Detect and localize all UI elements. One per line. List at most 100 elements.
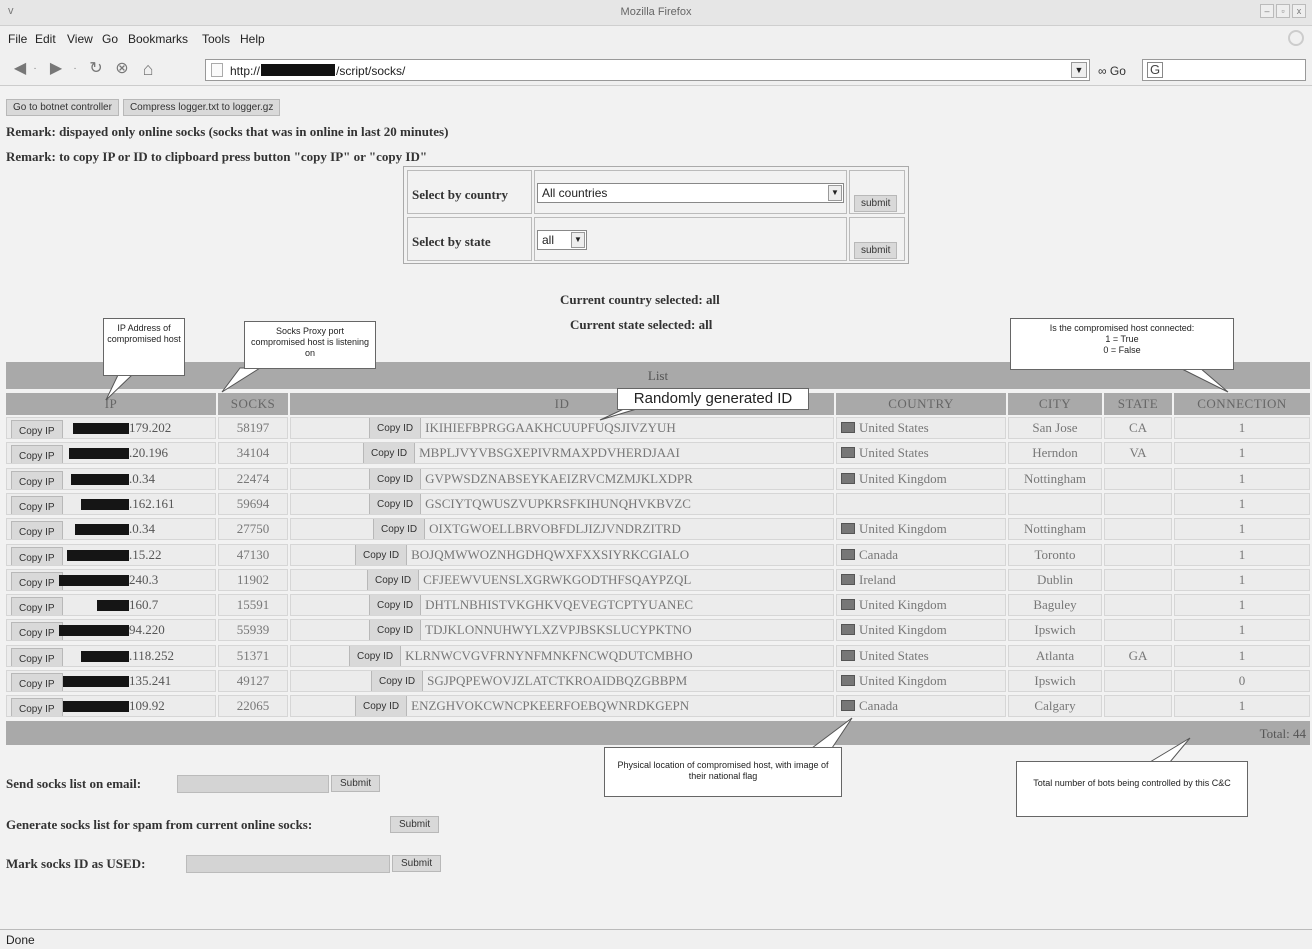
copy-ip-button[interactable]: Copy IP [11,495,63,514]
city-value: Dublin [1036,571,1074,587]
go-button[interactable]: ∞ Go [1098,64,1126,78]
copy-id-button[interactable]: Copy ID [349,645,402,666]
email-submit-button[interactable]: Submit [331,775,381,792]
menu-tools[interactable]: Tools [202,32,230,46]
table-row: Copy IP .0.34 22474 Copy ID GVPWSDZNABSEYKAE… [6,467,1310,490]
copy-ip-button[interactable]: Copy IP [11,698,63,717]
cell-id: Copy ID IKIHIEFBPRGGAAKHCUUPFUQSJIVZYUH [290,417,834,439]
country-select[interactable]: All countries ▼ [537,183,844,203]
chevron-down-icon[interactable]: ▼ [571,232,585,248]
menu-go[interactable]: Go [102,32,118,46]
state-submit-button[interactable]: submit [854,242,898,259]
copy-id-button[interactable]: Copy ID [373,519,426,540]
home-icon[interactable]: ⌂ [138,60,158,78]
cell-state [1104,670,1172,692]
cell-id: Copy ID GSCIYTQWUSZVUPKRSFKIHUNQHVKBVZC [290,492,834,515]
mark-used-submit-button[interactable]: Submit [392,855,442,872]
redacted-ip-prefix [73,423,129,434]
copy-ip-button[interactable]: Copy IP [11,597,63,616]
menu-help[interactable]: Help [240,32,265,46]
connection-value: 1 [1238,445,1246,461]
search-engine-icon[interactable]: G [1147,62,1163,78]
copy-ip-button[interactable]: Copy IP [11,673,63,691]
reload-icon[interactable]: ↻ [86,60,106,78]
copy-id-button[interactable]: Copy ID [369,493,422,514]
state-select[interactable]: all ▼ [537,230,587,250]
copy-id-button[interactable]: Copy ID [367,569,420,590]
forward-icon[interactable]: ▶ [46,60,66,78]
cell-connection: 1 [1174,644,1310,667]
callout-connection-line2: 1 = True [1105,334,1139,344]
cell-city: Ipswich [1008,670,1102,692]
copy-ip-button[interactable]: Copy IP [11,622,63,641]
back-dropdown-icon[interactable]: · [30,60,40,78]
compress-logger-button[interactable]: Compress logger.txt to logger.gz [122,99,281,116]
copy-id-button[interactable]: Copy ID [363,443,416,464]
socks-value: 11902 [236,571,270,587]
connection-value: 1 [1238,546,1246,562]
throbber-icon [1288,30,1304,46]
mark-used-label: Mark socks ID as USED: [6,856,146,871]
cell-city: San Jose [1008,417,1102,439]
forward-dropdown-icon[interactable]: · [70,60,80,78]
cell-state [1104,467,1172,490]
socks-id: GSCIYTQWUSZVUPKRSFKIHUNQHVKBVZC [425,495,691,511]
back-icon[interactable]: ◀ [10,60,30,78]
goto-botnet-controller-button[interactable]: Go to botnet controller [6,99,119,116]
menu-view[interactable]: View [67,32,93,46]
url-text[interactable]: http:///script/socks/ [230,64,405,78]
menu-bar: File Edit View Go Bookmarks Tools Help [0,26,1312,52]
cell-country: United Kingdom [836,467,1006,490]
minimize-icon[interactable]: – [1260,4,1274,18]
copy-id-button[interactable]: Copy ID [355,544,408,565]
connection-value: 1 [1238,647,1246,663]
cell-connection: 1 [1174,695,1310,718]
socks-id: DHTLNBHISTVKGHKVQEVEGTCPTYUANEC [425,597,694,613]
cell-state [1104,492,1172,515]
copy-ip-button[interactable]: Copy IP [11,571,63,590]
cell-state [1104,543,1172,566]
cell-city: Nottingham [1008,518,1102,541]
copy-ip-button[interactable]: Copy IP [11,647,63,666]
status-bar: Done [0,929,1312,949]
copy-id-button[interactable]: Copy ID [355,696,408,717]
cell-country: United Kingdom [836,670,1006,692]
copy-id-button[interactable]: Copy ID [369,595,422,616]
maximize-icon[interactable]: ▫ [1276,4,1290,18]
copy-ip-button[interactable]: Copy IP [11,420,63,438]
socks-id: OIXTGWOELLBRVOBFDLJIZJVNDRZITRD [429,521,681,537]
spam-submit-button[interactable]: Submit [390,816,440,833]
menu-bookmarks[interactable]: Bookmarks [128,32,188,46]
callout-id: Randomly generated ID [617,388,809,410]
search-input[interactable]: G [1142,59,1306,81]
url-bar[interactable]: http:///script/socks/ ▼ [205,59,1090,81]
copy-ip-button[interactable]: Copy IP [11,445,63,464]
copy-id-button[interactable]: Copy ID [369,620,422,641]
url-dropdown-icon[interactable]: ▼ [1071,62,1087,78]
list-title: List [647,368,669,383]
flag-icon [841,649,855,661]
connection-value: 1 [1238,521,1246,537]
email-field[interactable] [177,775,329,793]
menu-edit[interactable]: Edit [35,32,56,46]
copy-ip-button[interactable]: Copy IP [11,546,63,565]
flag-icon [841,700,855,712]
copy-ip-button[interactable]: Copy IP [11,470,63,489]
socks-id: SGJPQPEWOVJZLATCTKROAIDBQZGBBPM [427,673,688,688]
close-icon[interactable]: x [1292,4,1306,18]
copy-id-button[interactable]: Copy ID [369,418,422,438]
redacted-ip-prefix [59,625,129,637]
mark-used-field[interactable] [186,855,390,873]
menu-file[interactable]: File [8,32,27,46]
socks-id: IKIHIEFBPRGGAAKHCUUPFUQSJIVZYUH [425,420,676,435]
city-value: Ipswich [1034,622,1076,638]
copy-ip-button[interactable]: Copy IP [11,521,63,540]
copy-id-button[interactable]: Copy ID [369,468,422,489]
flag-icon [841,422,855,433]
stop-icon[interactable]: ⊗ [112,60,132,78]
copy-id-button[interactable]: Copy ID [371,671,424,691]
redacted-ip-prefix [81,498,129,510]
chevron-down-icon[interactable]: ▼ [828,185,842,201]
country-submit-button[interactable]: submit [854,195,898,212]
socks-id: KLRNWCVGVFRNYNFMNKFNCWQDUTCMBHO [405,647,693,663]
